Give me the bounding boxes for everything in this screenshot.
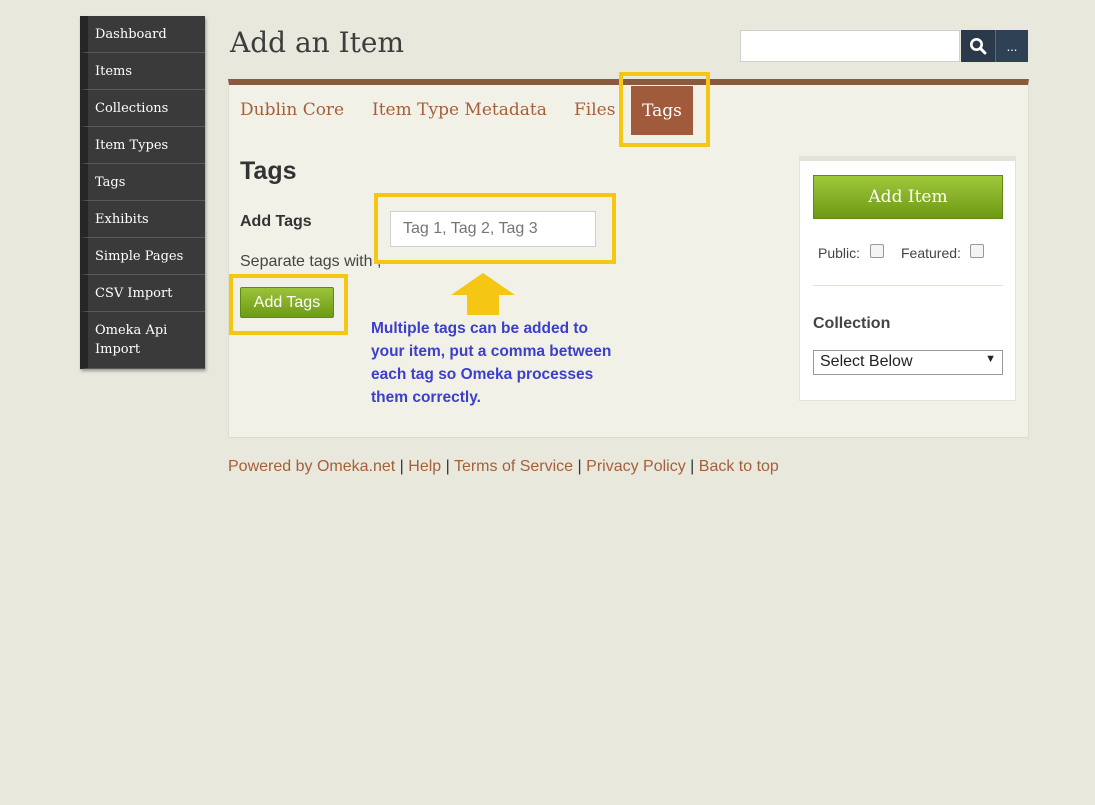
add-tags-label: Add Tags xyxy=(240,213,312,230)
footer-separator: | xyxy=(577,458,582,475)
footer-link-powered-by[interactable]: Powered by Omeka.net xyxy=(228,458,395,475)
footer-separator: | xyxy=(445,458,450,475)
public-checkbox[interactable] xyxy=(870,244,884,258)
advanced-search-button[interactable]: ... xyxy=(995,30,1028,62)
collection-select-value: Select Below xyxy=(820,353,913,370)
footer-link-back-to-top[interactable]: Back to top xyxy=(699,458,779,475)
sidebar-item-collections[interactable]: Collections xyxy=(80,90,205,127)
collection-select[interactable]: Select Below ▼ xyxy=(813,350,1003,375)
page: Dashboard Items Collections Item Types T… xyxy=(0,0,1095,805)
collection-label: Collection xyxy=(813,315,891,332)
sidebar-item-exhibits[interactable]: Exhibits xyxy=(80,201,205,238)
page-title: Add an Item xyxy=(230,26,405,59)
sidebar-item-simple-pages[interactable]: Simple Pages xyxy=(80,238,205,275)
featured-label: Featured: xyxy=(901,245,961,261)
tab-item-type-metadata[interactable]: Item Type Metadata xyxy=(372,100,547,120)
footer-link-terms[interactable]: Terms of Service xyxy=(454,458,573,475)
featured-checkbox[interactable] xyxy=(970,244,984,258)
footer-link-help[interactable]: Help xyxy=(408,458,441,475)
sidebar-item-item-types[interactable]: Item Types xyxy=(80,127,205,164)
search-input[interactable] xyxy=(740,30,960,62)
dropdown-arrow-icon: ▼ xyxy=(985,353,996,365)
section-title: Tags xyxy=(240,157,297,185)
footer-separator: | xyxy=(399,458,404,475)
divider xyxy=(813,285,1003,286)
up-arrow-icon xyxy=(451,273,515,315)
footer-separator: | xyxy=(690,458,695,475)
tab-files[interactable]: Files xyxy=(574,100,615,120)
sidebar-item-omeka-api-import[interactable]: Omeka Api Import xyxy=(80,312,205,369)
add-item-button[interactable]: Add Item xyxy=(813,175,1003,219)
tags-helper-text: Separate tags with , xyxy=(240,253,382,270)
public-label: Public: xyxy=(818,245,861,261)
sidebar-item-dashboard[interactable]: Dashboard xyxy=(80,16,205,53)
tab-dublin-core[interactable]: Dublin Core xyxy=(240,100,344,120)
footer: Powered by Omeka.net | Help | Terms of S… xyxy=(228,458,779,476)
annotation-note: Multiple tags can be added to your item,… xyxy=(371,320,612,406)
footer-link-privacy[interactable]: Privacy Policy xyxy=(586,458,686,475)
sidebar-item-csv-import[interactable]: CSV Import xyxy=(80,275,205,312)
sidebar-item-tags[interactable]: Tags xyxy=(80,164,205,201)
search-icon xyxy=(970,38,987,55)
sidebar-item-items[interactable]: Items xyxy=(80,53,205,90)
tab-highlight-box xyxy=(619,72,710,147)
search-button[interactable] xyxy=(961,30,995,62)
button-highlight-box xyxy=(229,274,348,335)
sidebar: Dashboard Items Collections Item Types T… xyxy=(80,16,205,369)
input-highlight-box xyxy=(374,193,616,264)
